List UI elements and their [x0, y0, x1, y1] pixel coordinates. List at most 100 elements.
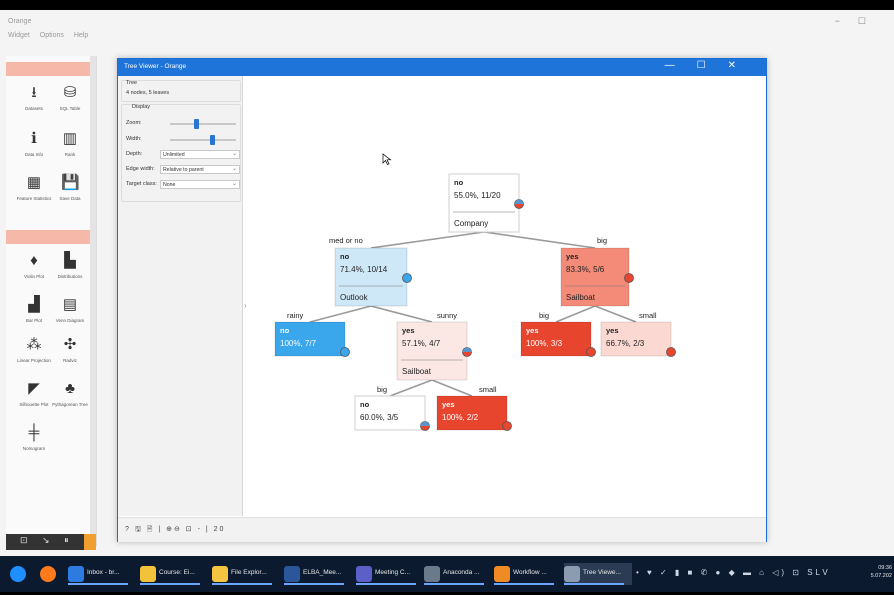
node-class: yes [606, 326, 619, 335]
widget-rank[interactable]: ▥ Rank [50, 130, 90, 157]
tree-viewer-statusbar: ? 🖫 🗎 | ⊕⊖ ⊡ - | 20 [118, 517, 766, 542]
tree-viewer-title: Tree Viewer - Orange [124, 63, 187, 70]
widget-nomogram[interactable]: ╪ Nomogram [14, 424, 54, 451]
close-button[interactable]: ✕ [728, 60, 758, 71]
node-class: yes [526, 326, 539, 335]
tree-node-sunny-big[interactable]: no 60.0%, 3/5 [354, 395, 430, 431]
edge-width-combo[interactable]: Relative to parent [160, 165, 240, 174]
zoom-slider[interactable] [170, 119, 236, 129]
display-box: Display Zoom: Width: Depth: Unlimited Ed… [121, 104, 241, 202]
tree-node-big-big[interactable]: yes 100%, 3/3 [520, 321, 596, 357]
depth-combo[interactable]: Unlimited [160, 150, 240, 159]
panel-scrollbar[interactable] [90, 56, 96, 546]
maximize-button[interactable]: ☐ [697, 60, 728, 71]
menu-options[interactable]: Options [40, 32, 64, 39]
category-header[interactable] [6, 62, 90, 76]
widget-database[interactable]: ⛁ SQL Table [50, 84, 90, 111]
node-stat: 83.3%, 5/6 [566, 265, 605, 274]
widget-projection[interactable]: ⁂ Linear Projection [14, 336, 54, 363]
node-stat: 60.0%, 3/5 [360, 413, 399, 422]
tree-node-root[interactable]: no 55.0%, 11/20 Company [448, 173, 524, 233]
taskbar-label: File Explor... [231, 569, 267, 576]
taskbar-item-word[interactable]: ELBA_Mee... [284, 563, 352, 585]
tree-node-sunny[interactable]: yes 57.1%, 4/7 Sailboat [396, 321, 472, 381]
depth-label: Depth: [126, 151, 143, 157]
save-icon: 💾 [61, 174, 80, 191]
tree-node-rainy[interactable]: no 100%, 7/7 [274, 321, 350, 357]
widget-feature-statistics[interactable]: ▦ Feature Statistics [14, 174, 54, 201]
node-split: Company [454, 219, 488, 228]
edge-label: rainy [287, 311, 304, 320]
app-maximize-button[interactable]: ☐ [858, 16, 884, 26]
tree-viewer-titlebar[interactable]: Tree Viewer - Orange —☐✕ [118, 59, 766, 76]
violin-icon: ♦ [30, 252, 38, 269]
orange-icon [494, 566, 510, 582]
width-slider-handle[interactable] [209, 135, 215, 145]
widget-radviz[interactable]: ✣ Radviz [50, 336, 90, 363]
panel-footer-icons[interactable]: ⊡ ↘ ⏸ [20, 535, 75, 546]
tree-edge [483, 231, 596, 249]
widget-label: SQL Table [59, 106, 81, 111]
tree-node-big-small[interactable]: yes 66.7%, 2/3 [600, 321, 676, 357]
taskbar-item-anaconda[interactable]: Anaconda ... [424, 563, 492, 585]
taskbar-indicator [284, 583, 344, 585]
alert-icon[interactable] [84, 534, 96, 550]
edge-label: big [377, 385, 387, 394]
system-tray[interactable]: • ♥ ✓ ▮ ■ ✆ ● ◆ ▬ ⌂ ◁) ⊡ SLV [636, 568, 831, 577]
taskbar-item-folder[interactable]: File Explor... [212, 563, 280, 585]
minimize-button[interactable]: — [665, 60, 697, 71]
folder-icon [212, 566, 228, 582]
tree-node-sunny-small[interactable]: yes 100%, 2/2 [436, 395, 512, 431]
target-class-combo[interactable]: None [160, 180, 240, 189]
node-class: no [340, 252, 350, 261]
distributions-icon: ▙ [64, 252, 76, 269]
widget-distributions[interactable]: ▙ Distributions [50, 252, 90, 279]
taskbar-item-chrome[interactable]: Course: Ei... [140, 563, 208, 585]
mouse-cursor-icon [382, 153, 392, 165]
app-minimize-button[interactable]: − [835, 16, 858, 26]
node-pie-icon [586, 347, 596, 357]
widget-info[interactable]: ℹ Data Info [14, 130, 54, 157]
taskbar-item-firefox[interactable] [40, 563, 60, 585]
node-stat: 57.1%, 4/7 [402, 339, 441, 348]
widget-bar-plot[interactable]: ▟ Bar Plot [14, 296, 54, 323]
database-icon: ⛁ [63, 84, 77, 101]
menu-help[interactable]: Help [74, 32, 88, 39]
collapse-sidebar-icon[interactable]: › [244, 301, 247, 310]
zoom-slider-handle[interactable] [194, 119, 200, 129]
widget-violin[interactable]: ♦ Violin Plot [14, 252, 54, 279]
taskbar-indicator [494, 583, 554, 585]
widget-datasets[interactable]: ⭳ Datasets [14, 84, 54, 111]
projection-icon: ⁂ [26, 336, 42, 353]
clock[interactable]: 09:36 5.07.202 [871, 564, 892, 580]
taskbar-indicator [356, 583, 416, 585]
tree-canvas[interactable]: med or no big rainy sunny big small big small no… [251, 76, 766, 517]
widget-save[interactable]: 💾 Save Data [50, 174, 90, 201]
taskbar-item-mail[interactable]: Inbox - br... [68, 563, 136, 585]
tree-node-big[interactable]: yes 83.3%, 5/6 Sailboat [560, 247, 634, 307]
taskbar-indicator [68, 583, 128, 585]
display-section-label: Display [132, 104, 151, 110]
taskbar-item-orange[interactable]: Workflow ... [494, 563, 562, 585]
menu-widget[interactable]: Widget [8, 32, 30, 39]
widget-label: Violin Plot [24, 274, 44, 279]
statusbar-icons[interactable]: ? 🖫 🗎 | ⊕⊖ ⊡ - | 20 [125, 525, 225, 536]
widget-label: Nomogram [22, 446, 46, 451]
taskbar-item-orange-window[interactable]: Tree Viewe... [564, 563, 632, 585]
width-slider[interactable] [170, 135, 236, 145]
widget-silhouette[interactable]: ◤ Silhouette Plot [14, 380, 54, 407]
pythagorean-tree-icon: ♣ [65, 380, 75, 397]
widget-venn[interactable]: ▤ Venn Diagram [50, 296, 90, 323]
tree-edge [309, 305, 372, 323]
taskbar-item-teams[interactable]: Meeting C... [356, 563, 424, 585]
widget-label: Venn Diagram [55, 318, 85, 323]
taskbar-item-windows-start[interactable] [10, 563, 30, 585]
node-pie-icon [666, 347, 676, 357]
node-class: no [360, 400, 370, 409]
widget-pythagorean-tree[interactable]: ♣ Pythagorean Tree [50, 380, 90, 407]
orange-window-icon [564, 566, 580, 582]
silhouette-icon: ◤ [28, 380, 40, 397]
node-pie-icon [340, 347, 350, 357]
category-header[interactable] [6, 230, 90, 244]
tree-node-medno[interactable]: no 71.4%, 10/14 Outlook [334, 247, 412, 307]
